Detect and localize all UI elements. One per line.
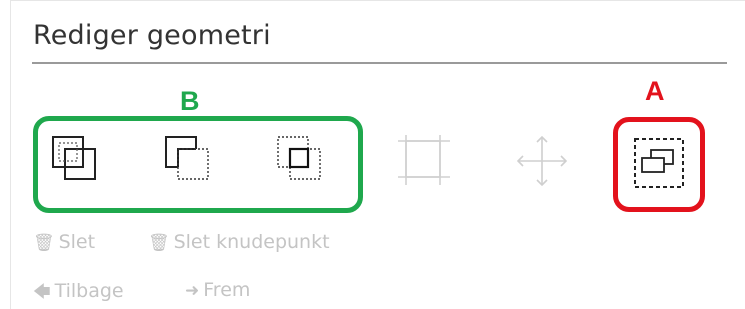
trash-icon: 🗑: [148, 233, 170, 253]
back-label: Tilbage: [54, 280, 124, 302]
arrow-right-icon: ➜: [185, 281, 200, 301]
intersect-tool-button[interactable]: [272, 133, 332, 189]
difference-icon: [165, 136, 209, 180]
annotation-label-b: B: [180, 86, 200, 116]
delete-label: Slet: [58, 231, 96, 253]
delete-button[interactable]: 🗑 Slet: [33, 231, 95, 253]
forward-label: Frem: [203, 279, 251, 301]
panel-title: Rediger geometri: [33, 20, 271, 51]
trash-icon: 🗑: [33, 233, 55, 253]
delete-vertex-label: Slet knudepunkt: [173, 231, 330, 253]
copy-geometry-icon: [634, 138, 684, 188]
union-tool-button[interactable]: [47, 133, 107, 189]
forward-button[interactable]: ➜ Frem: [185, 279, 250, 301]
annotation-label-a: A: [645, 76, 665, 106]
copy-geometry-tool-button[interactable]: [629, 136, 689, 192]
delete-vertex-button[interactable]: 🗑 Slet knudepunkt: [148, 231, 330, 253]
back-button[interactable]: 🡄 Tilbage: [33, 279, 124, 308]
intersect-icon: [277, 136, 321, 180]
edit-vertices-icon: [398, 135, 450, 185]
edit-vertices-tool-button[interactable]: [394, 133, 454, 189]
move-arrows-icon: [516, 135, 568, 187]
arrow-left-icon: 🡄: [33, 282, 51, 302]
move-tool-button[interactable]: [512, 133, 572, 189]
union-overlap-icon: [52, 136, 96, 180]
difference-tool-button[interactable]: [160, 133, 220, 189]
title-divider: [32, 62, 727, 64]
